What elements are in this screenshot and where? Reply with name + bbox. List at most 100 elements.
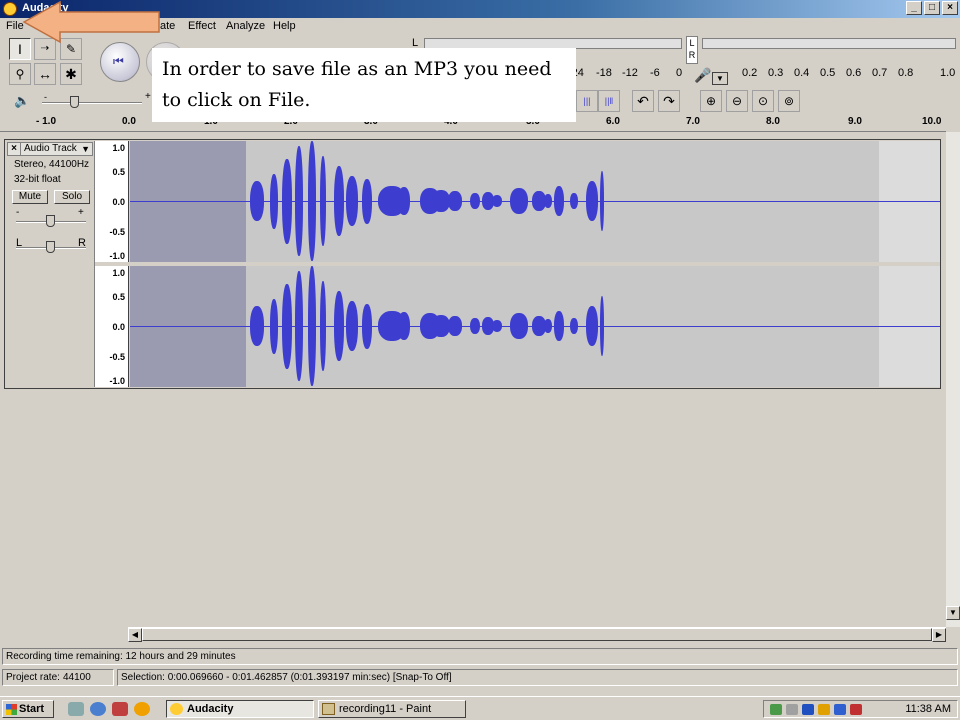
tray-network-icon[interactable] <box>770 704 782 715</box>
media-player-icon[interactable] <box>134 702 150 716</box>
scale-tick: 0.5 <box>112 167 125 177</box>
waveform-peak <box>282 158 292 244</box>
waveform-peak <box>448 191 462 211</box>
waveform-peak <box>282 283 292 369</box>
tray-antivirus-icon[interactable] <box>850 704 862 715</box>
taskbar-paint[interactable]: recording11 - Paint <box>318 700 466 718</box>
timeshift-tool-icon[interactable]: ↔ <box>34 63 56 85</box>
waveform-peak <box>554 311 564 341</box>
mute-button[interactable]: Mute <box>12 190 48 204</box>
waveform-peak <box>270 298 278 354</box>
track-name-menu[interactable]: × Audio Track ▼ <box>7 142 93 156</box>
zoom-out-icon[interactable]: ⊖ <box>726 90 748 112</box>
trim-icon[interactable]: ||| <box>576 90 598 112</box>
paint-taskbar-icon <box>322 703 335 715</box>
menu-help[interactable]: Help <box>273 20 296 32</box>
waveform-peak <box>346 176 358 226</box>
waveform-peak <box>570 318 578 334</box>
track-bitdepth: 32-bit float <box>14 174 61 185</box>
taskbar-paint-label: recording11 - Paint <box>339 703 432 715</box>
waveform-peak <box>250 181 264 221</box>
pan-slider-thumb[interactable] <box>46 241 55 253</box>
vertical-scrollbar[interactable]: ▼ <box>946 132 960 627</box>
track-close-icon[interactable]: × <box>8 143 21 155</box>
playback-volume-track[interactable] <box>42 102 142 104</box>
horizontal-scrollbar[interactable]: ◀ ▶ <box>128 627 946 642</box>
microphone-icon[interactable]: 🎤 <box>694 67 711 84</box>
taskbar-audacity-label: Audacity <box>187 703 234 715</box>
waveform-right-channel[interactable] <box>130 266 940 387</box>
fit-project-icon[interactable]: ⊚ <box>778 90 800 112</box>
waveform-peak <box>492 320 502 332</box>
show-desktop-icon[interactable] <box>68 702 84 716</box>
meter-scale-tick: 1.0 <box>940 67 956 79</box>
track-format: Stereo, 44100Hz <box>14 159 90 170</box>
waveform-peak <box>320 156 326 246</box>
menu-analyze[interactable]: Analyze <box>226 20 265 32</box>
waveform-peak <box>586 306 598 346</box>
recording-status: Recording time remaining: 12 hours and 2… <box>2 648 958 665</box>
gain-slider-thumb[interactable] <box>46 215 55 227</box>
playback-volume-thumb[interactable] <box>70 96 79 108</box>
outlook-icon[interactable] <box>112 702 128 716</box>
waveform-peak <box>544 319 552 333</box>
scroll-right-icon[interactable]: ▶ <box>932 628 946 642</box>
taskbar-audacity[interactable]: Audacity <box>166 700 314 718</box>
waveform-peak <box>600 296 604 356</box>
waveform-peak <box>362 178 372 224</box>
audio-track: × Audio Track ▼ Stereo, 44100Hz 32-bit f… <box>4 139 941 389</box>
project-rate-box: Project rate: 44100 <box>2 669 114 686</box>
zoom-in-icon[interactable]: ⊕ <box>700 90 722 112</box>
redo-icon[interactable]: ↷ <box>658 90 680 112</box>
project-rate-value[interactable]: 44100 <box>63 672 91 683</box>
meter-tick: 0 <box>676 67 683 79</box>
vertical-scale-left: 1.0 0.5 0.0 -0.5 -1.0 <box>95 141 129 262</box>
fit-selection-icon[interactable]: ⊙ <box>752 90 774 112</box>
waveform-peak <box>510 313 528 339</box>
close-button[interactable]: × <box>942 1 958 15</box>
undo-icon[interactable]: ↶ <box>632 90 654 112</box>
scale-tick: 0.5 <box>112 292 125 302</box>
ruler-tick: 10.0 <box>922 116 942 127</box>
scale-tick: 1.0 <box>112 143 125 153</box>
callout-arrow-icon <box>22 0 160 44</box>
minimize-button[interactable]: _ <box>906 1 922 15</box>
tray-volume-icon[interactable] <box>786 704 798 715</box>
tray-app-icon[interactable] <box>802 704 814 715</box>
ruler-tick: 7.0 <box>686 116 700 127</box>
track-name: Audio Track <box>24 143 77 154</box>
horizontal-scroll-thumb[interactable] <box>142 628 932 641</box>
waveform-peak <box>334 291 344 361</box>
waveform-peak <box>570 193 578 209</box>
gain-plus: + <box>78 207 84 218</box>
zoom-tool-icon[interactable]: ⚲ <box>9 63 31 85</box>
meter-dropdown-icon[interactable]: ▼ <box>712 72 728 85</box>
meter-tick: -18 <box>596 67 612 79</box>
scale-tick: -1.0 <box>109 251 125 261</box>
speaker-icon: 🔈 <box>14 93 31 108</box>
solo-button[interactable]: Solo <box>54 190 90 204</box>
start-button[interactable]: Start <box>2 700 54 718</box>
scroll-left-icon[interactable]: ◀ <box>128 628 142 642</box>
scale-tick: -1.0 <box>109 376 125 386</box>
skip-start-button[interactable]: ⏮ <box>100 42 140 82</box>
instruction-callout: In order to save file as an MP3 you need… <box>152 48 576 122</box>
internet-explorer-icon[interactable] <box>90 702 106 716</box>
waveform-left-channel[interactable] <box>130 141 940 262</box>
multi-tool-icon[interactable]: ✱ <box>60 63 82 85</box>
waveform-peak <box>492 195 502 207</box>
scroll-down-icon[interactable]: ▼ <box>946 606 960 620</box>
menu-effect[interactable]: Effect <box>188 20 216 32</box>
windows-logo-icon <box>6 704 17 715</box>
scale-tick: -0.5 <box>109 227 125 237</box>
waveform-peak <box>320 281 326 371</box>
menu-generate[interactable]: ate <box>160 20 175 32</box>
waveform-peak <box>398 187 410 215</box>
waveform-peak <box>308 141 316 261</box>
tray-security-icon[interactable] <box>834 704 846 715</box>
tray-monitor-icon[interactable] <box>818 704 830 715</box>
silence-icon[interactable]: ||‖ <box>598 90 620 112</box>
maximize-button[interactable]: □ <box>924 1 940 15</box>
track-dropdown-icon[interactable]: ▼ <box>81 143 90 155</box>
waveform-peak <box>362 303 372 349</box>
